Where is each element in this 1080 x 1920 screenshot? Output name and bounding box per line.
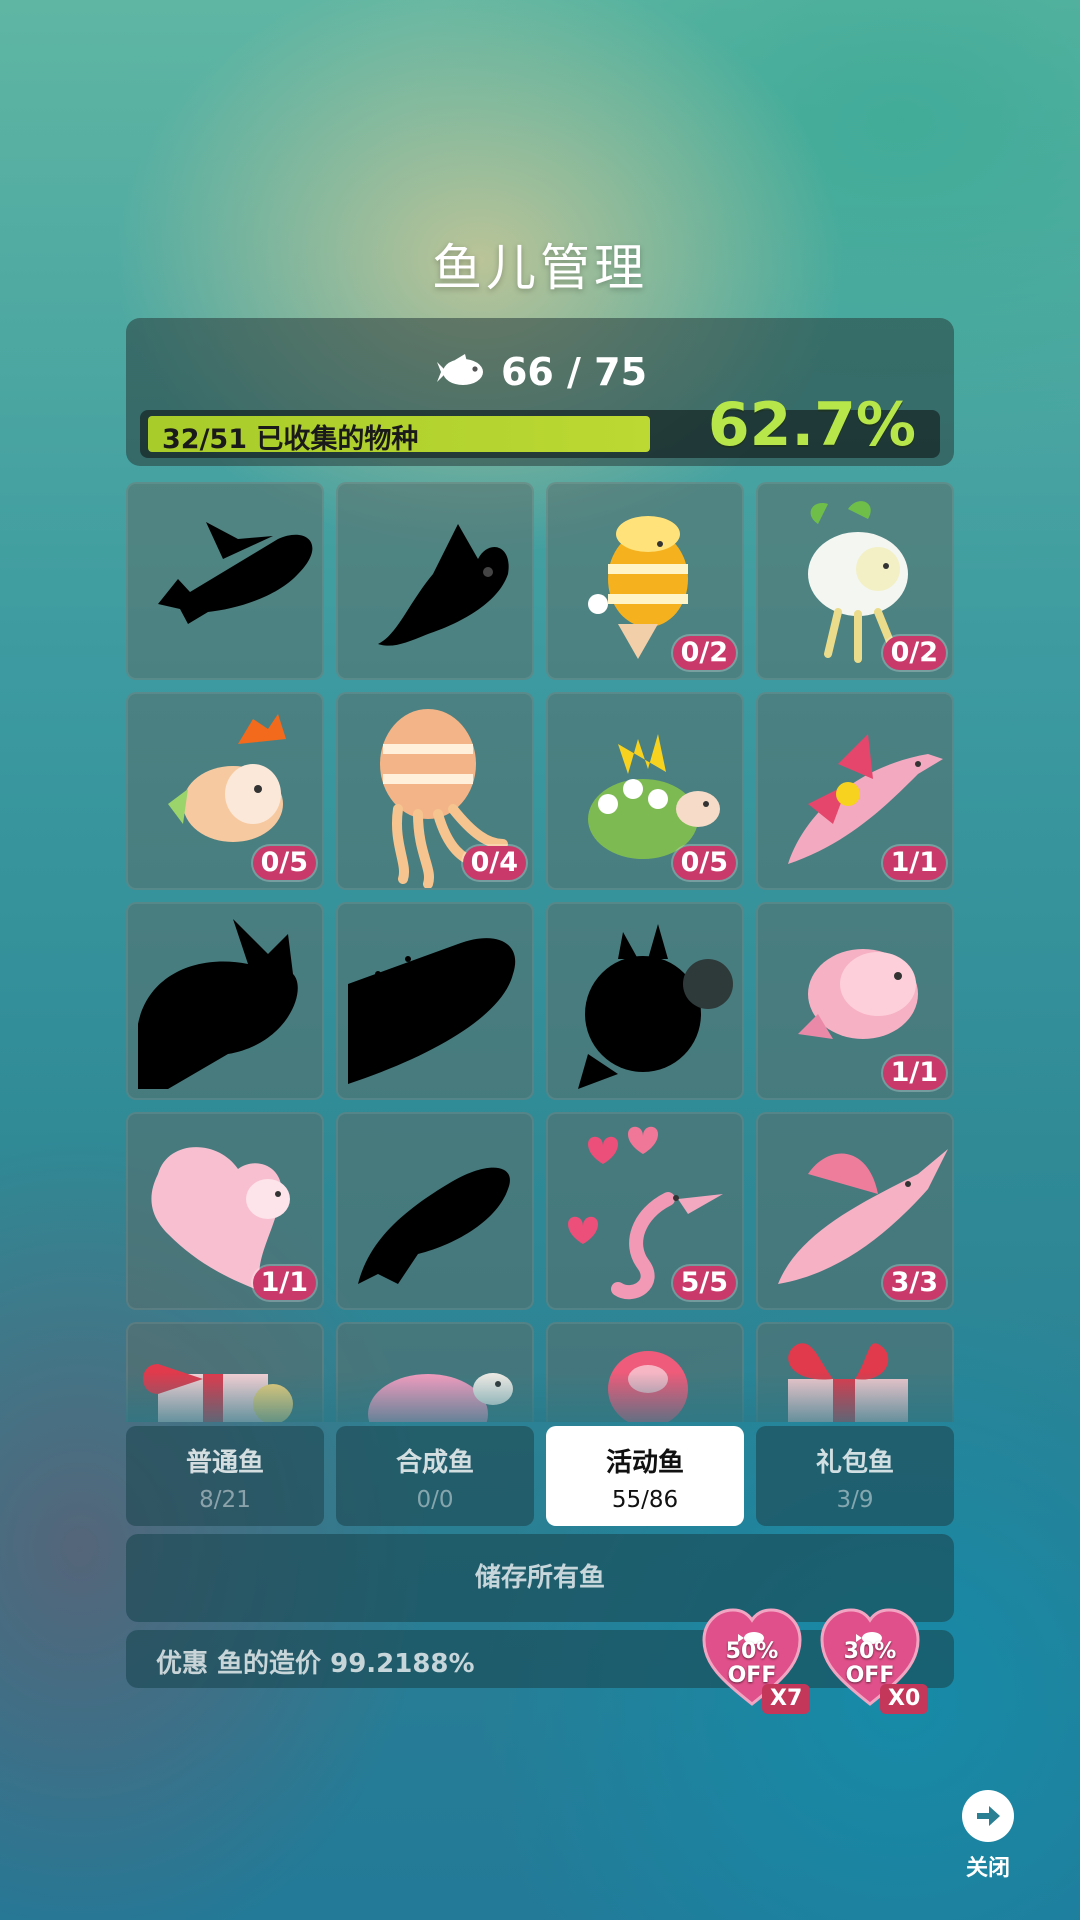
close-label: 关闭 — [965, 1856, 1010, 1881]
collection-progress-label: 32/51 已收集的物种 — [162, 424, 419, 455]
fish-count-text: 66 / 75 — [500, 350, 648, 394]
coupon-quantity: X7 — [762, 1684, 811, 1714]
fish-card-pink-blob-fish[interactable]: 1/1 — [756, 902, 954, 1100]
tab-label: 合成鱼 — [395, 1448, 474, 1478]
silhouette-fish-icon — [358, 1167, 510, 1284]
fish-count-badge: 0/5 — [252, 846, 316, 880]
page-title: 鱼儿管理 — [432, 239, 648, 297]
fish-count-badge: 1/1 — [882, 846, 946, 880]
pink-turtle-partial-icon — [368, 1373, 513, 1422]
silhouette-bunny-large-icon — [138, 919, 298, 1089]
gift-box-partial-icon — [788, 1343, 908, 1422]
fish-card-easter-egg-fish[interactable]: 0/2 — [546, 482, 744, 680]
silhouette-bunny-fish-icon — [158, 522, 313, 624]
fish-icon — [436, 354, 483, 385]
tab-count: 8/21 — [199, 1487, 251, 1513]
fish-count-badge: 0/2 — [882, 636, 946, 670]
fish-count-badge: 0/4 — [462, 846, 526, 880]
coupon-50-off[interactable]: 50% OFF X7 — [702, 1608, 816, 1718]
silhouette-bunny-ball-icon — [578, 924, 733, 1089]
fish-count-badge: 3/3 — [882, 1266, 946, 1300]
fish-card-silhouette-bunny-large[interactable] — [126, 902, 324, 1100]
fish-count-badge: 5/5 — [672, 1266, 736, 1300]
fish-card-silhouette-whale[interactable] — [336, 902, 534, 1100]
fish-card-flower-dolphin[interactable]: 1/1 — [756, 692, 954, 890]
fish-card-silhouette-fish[interactable] — [336, 1112, 534, 1310]
collection-percent: 62.7% — [707, 390, 916, 460]
silhouette-whale-icon — [348, 938, 516, 1084]
discount-text: 优惠 鱼的造价 99.2188% — [156, 1649, 475, 1679]
gift-fish-partial-icon — [143, 1364, 293, 1422]
fish-card-flower-hat-fish[interactable]: 0/5 — [126, 692, 324, 890]
fish-card-pink-jellyfish-partial[interactable] — [546, 1322, 744, 1422]
coupon-off-text: 50% OFF — [702, 1640, 802, 1688]
fish-card-pink-swordfish[interactable]: 3/3 — [756, 1112, 954, 1310]
pink-jellyfish-partial-icon — [608, 1351, 688, 1422]
fish-count-badge: 1/1 — [252, 1266, 316, 1300]
close-button[interactable]: 关闭 — [958, 1790, 1018, 1882]
tab-count: 55/86 — [611, 1487, 679, 1513]
collection-stats-panel: 66 / 75 32/51 已收集的物种 62.7% — [126, 318, 954, 466]
tab-gift-fish[interactable]: 礼包鱼 3/9 — [756, 1426, 954, 1526]
fish-card-sprout-jellyfish[interactable]: 0/2 — [756, 482, 954, 680]
tab-event-fish[interactable]: 活动鱼 55/86 — [546, 1426, 744, 1526]
tab-synthesized-fish[interactable]: 合成鱼 0/0 — [336, 1426, 534, 1526]
arrow-right-icon — [962, 1790, 1014, 1842]
fish-card-silhouette-bunny-ball[interactable] — [546, 902, 744, 1100]
coupon-percent: 30% — [843, 1639, 897, 1664]
coupon-percent: 50% — [725, 1639, 779, 1664]
tab-count: 0/0 — [416, 1487, 454, 1513]
fish-grid: 0/2 0/2 0/5 0/4 0/5 1/1 1/1 1/1 5/5 3/3 — [126, 482, 954, 1422]
tab-label: 礼包鱼 — [815, 1448, 894, 1478]
fish-card-heart-seahorse[interactable]: 5/5 — [546, 1112, 744, 1310]
fish-card-egg-squid[interactable]: 0/4 — [336, 692, 534, 890]
fish-count-badge: 0/5 — [672, 846, 736, 880]
fish-card-silhouette-bunny-fish[interactable] — [126, 482, 324, 680]
fish-card-pink-turtle-partial[interactable] — [336, 1322, 534, 1422]
silhouette-bird-fish-icon — [378, 524, 509, 646]
fish-card-gift-box-partial[interactable] — [756, 1322, 954, 1422]
coupon-off-text: 30% OFF — [820, 1640, 920, 1688]
tab-count: 3/9 — [836, 1487, 874, 1513]
tab-normal-fish[interactable]: 普通鱼 8/21 — [126, 1426, 324, 1526]
coupon-quantity: X0 — [880, 1684, 929, 1714]
coupon-30-off[interactable]: 30% OFF X0 — [820, 1608, 934, 1718]
fish-card-gift-fish-partial[interactable] — [126, 1322, 324, 1422]
fish-grid-viewport[interactable]: 0/2 0/2 0/5 0/4 0/5 1/1 1/1 1/1 5/5 3/3 — [126, 482, 954, 1422]
fish-count: 66 / 75 — [126, 350, 954, 394]
fish-card-silhouette-bird-fish[interactable] — [336, 482, 534, 680]
fish-count-badge: 1/1 — [882, 1056, 946, 1090]
tab-label: 活动鱼 — [605, 1448, 684, 1478]
fish-card-flower-turtle[interactable]: 0/5 — [546, 692, 744, 890]
fish-count-badge: 0/2 — [672, 636, 736, 670]
tab-label: 普通鱼 — [185, 1448, 264, 1478]
fish-card-pink-betta-fish[interactable]: 1/1 — [126, 1112, 324, 1310]
fish-category-tabs: 普通鱼 8/21 合成鱼 0/0 活动鱼 55/86 礼包鱼 3/9 — [126, 1426, 954, 1526]
